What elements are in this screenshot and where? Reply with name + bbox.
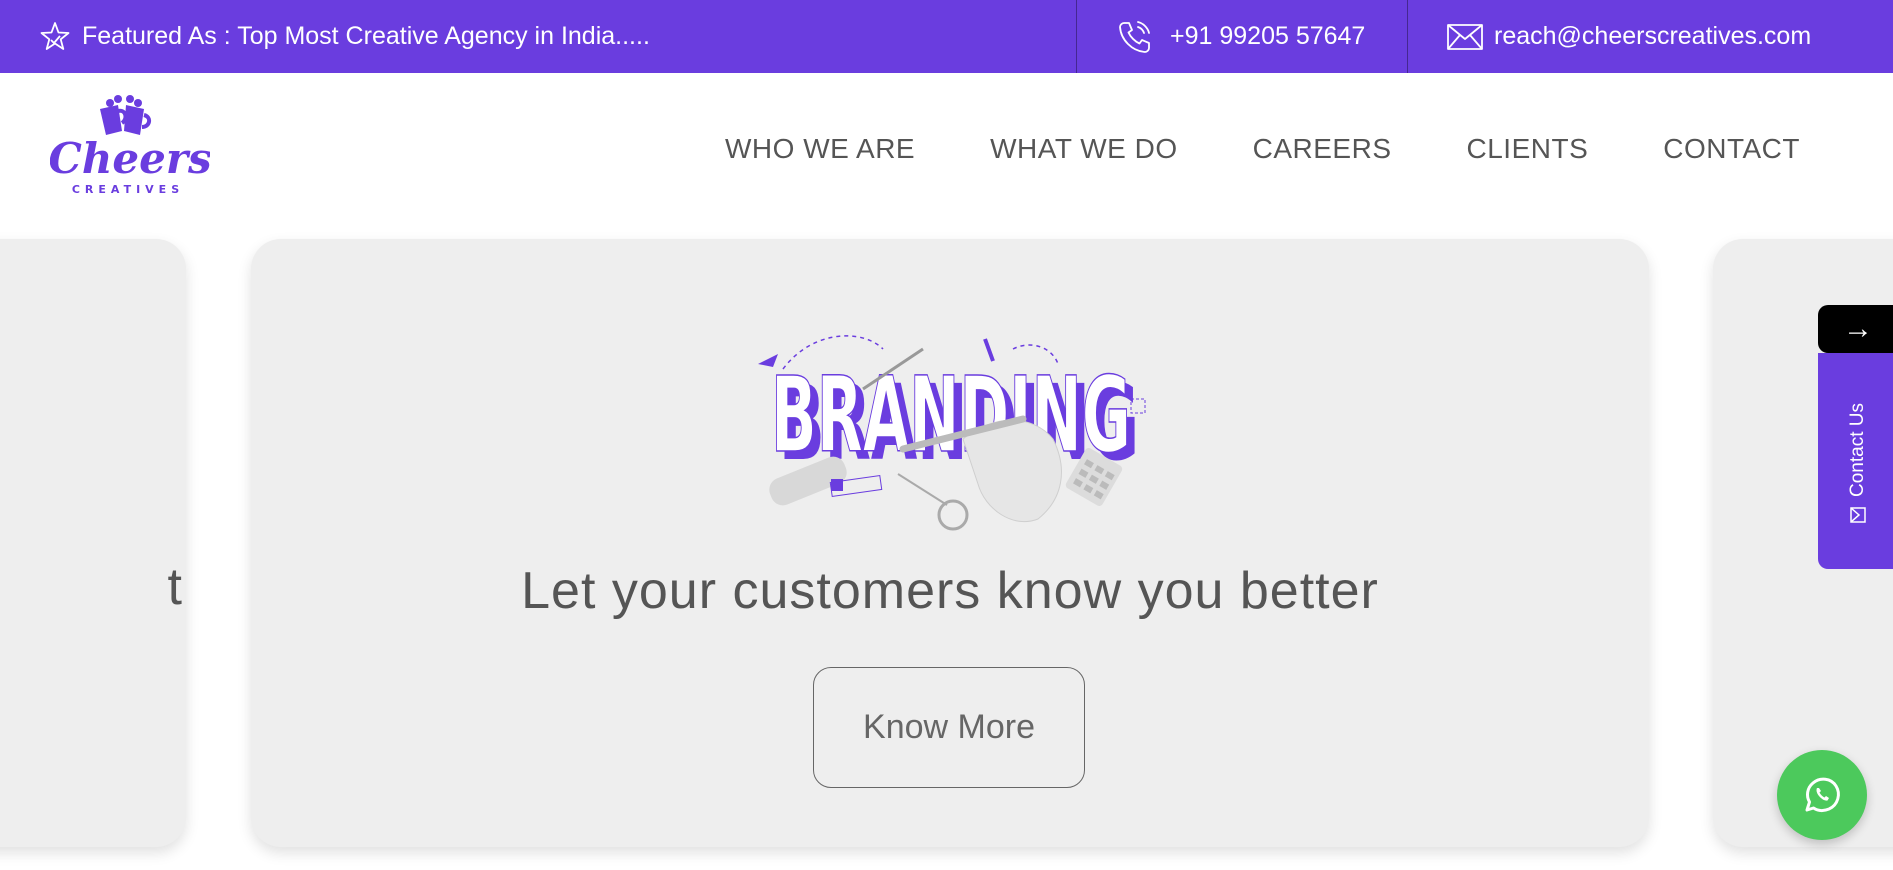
nav-what-we-do[interactable]: WHAT WE DO: [990, 133, 1178, 165]
mail-icon: [1446, 22, 1484, 52]
contact-us-label: Contact Us: [1847, 403, 1868, 497]
divider: [1076, 0, 1077, 73]
site-header: Cheers CREATIVES WHO WE ARE WHAT WE DO C…: [0, 73, 1893, 225]
nav-who-we-are[interactable]: WHO WE ARE: [725, 133, 915, 165]
slide-branding: BRANDING BRANDING Let your customers kno…: [251, 239, 1649, 847]
nav-careers[interactable]: CAREERS: [1253, 133, 1392, 165]
arrow-right-icon: →: [1843, 312, 1873, 345]
branding-word: BRANDING: [771, 354, 1131, 476]
star-badge-icon: [38, 20, 72, 54]
contact-us-tab[interactable]: Contact Us: [1818, 353, 1893, 569]
logo-wordmark: Cheers: [50, 134, 210, 183]
branding-illustration: BRANDING BRANDING: [723, 319, 1183, 549]
slide-tagline: Let your customers know you better: [521, 562, 1379, 620]
main-nav: WHO WE ARE WHAT WE DO CAREERS CLIENTS CO…: [725, 73, 1800, 225]
phone-number: +91 99205 57647: [1170, 22, 1366, 50]
contact-us-tab-content: Contact Us: [1847, 403, 1869, 523]
slide-previous[interactable]: t: [0, 239, 186, 847]
top-info-bar: Featured As : Top Most Creative Agency i…: [0, 0, 1893, 73]
cheers-creatives-logo[interactable]: Cheers CREATIVES: [48, 87, 212, 199]
slider-next-arrow[interactable]: →: [1818, 305, 1893, 353]
phone-icon: [1116, 18, 1154, 56]
mail-icon: [1850, 507, 1866, 523]
slide-previous-text: t: [167, 558, 182, 616]
email-address: reach@cheerscreatives.com: [1494, 22, 1812, 50]
whatsapp-button[interactable]: [1777, 750, 1867, 840]
featured-banner: Featured As : Top Most Creative Agency i…: [38, 0, 650, 73]
phone-link[interactable]: +91 99205 57647: [1116, 0, 1365, 73]
featured-text: Featured As : Top Most Creative Agency i…: [82, 22, 650, 50]
logo-subtext: CREATIVES: [72, 183, 184, 196]
nav-clients[interactable]: CLIENTS: [1467, 133, 1589, 165]
nav-contact[interactable]: CONTACT: [1663, 133, 1800, 165]
whatsapp-icon: [1801, 774, 1843, 816]
divider: [1407, 0, 1408, 73]
email-link[interactable]: reach@cheerscreatives.com: [1446, 0, 1811, 73]
know-more-button[interactable]: Know More: [813, 667, 1085, 788]
